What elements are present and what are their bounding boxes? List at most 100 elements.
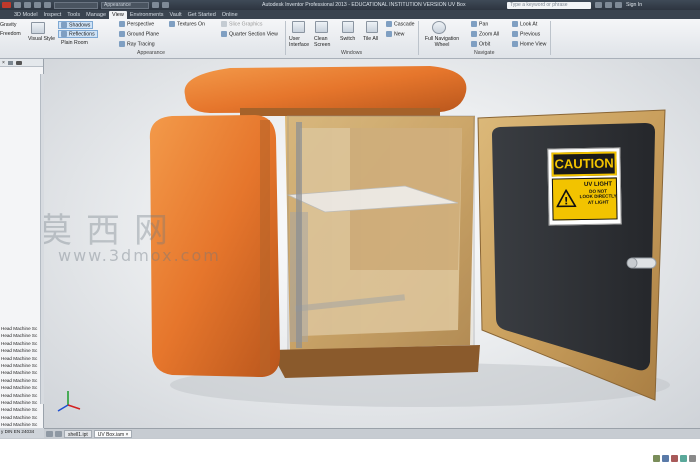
- document-tab-uv-box[interactable]: UV Box.iam ×: [93, 429, 133, 438]
- new-window-label: New: [394, 31, 405, 38]
- switch-icon[interactable]: [342, 21, 354, 33]
- properties-icon[interactable]: [162, 2, 169, 8]
- slice-graphics-button[interactable]: Slice Graphics: [221, 21, 262, 27]
- sign-in-link[interactable]: Sign In: [626, 2, 642, 8]
- caution-body: ! UV LIGHT DO NOT LOOK DIRECTLY AT LIGHT: [551, 177, 618, 221]
- browser-item[interactable]: Head Machine Sc: [0, 384, 44, 391]
- browser-item[interactable]: Head Machine Sc: [0, 355, 44, 362]
- title-bar: Appearance Autodesk Inventor Professiona…: [0, 0, 700, 10]
- material-select[interactable]: [54, 1, 98, 9]
- tile-all-icon[interactable]: [366, 21, 378, 33]
- quarter-section-view-button[interactable]: Quarter Section View: [221, 31, 278, 37]
- axis-z-line: [57, 404, 69, 412]
- cascade-button[interactable]: Cascade: [386, 21, 414, 27]
- pan-button[interactable]: Pan: [471, 21, 488, 27]
- filter-icon[interactable]: [7, 60, 13, 65]
- tab-view[interactable]: View: [109, 11, 127, 19]
- tab-manage[interactable]: Manage: [83, 11, 109, 19]
- browser-item[interactable]: Head Machine Sc: [0, 421, 44, 428]
- browser-item[interactable]: Head Machine Sc: [0, 369, 44, 376]
- binoculars-icon[interactable]: [595, 2, 602, 8]
- tile-all-button[interactable]: Tile All: [363, 36, 378, 42]
- graph-icon[interactable]: [662, 455, 669, 462]
- zoom-all-icon: [471, 31, 477, 37]
- graphics-viewport[interactable]: 莫西网 www.3dmox.com CAUTION ! UV LIGHT DO …: [44, 59, 700, 428]
- hub-icon[interactable]: [680, 455, 687, 462]
- user-interface-icon[interactable]: [292, 21, 305, 33]
- close-icon[interactable]: ×: [2, 60, 5, 66]
- glass-frame-post: [296, 122, 302, 348]
- look-at-button[interactable]: Look At: [512, 21, 537, 27]
- windows-panel-title: Windows: [341, 50, 363, 56]
- settings-icon[interactable]: [689, 455, 696, 462]
- binoculars-icon[interactable]: [15, 60, 22, 65]
- appearance-select[interactable]: Appearance: [101, 1, 149, 9]
- perspective-button[interactable]: Perspective: [119, 21, 154, 27]
- browser-item[interactable]: y DIN EN 24034: [0, 428, 44, 435]
- tab-online[interactable]: Online: [219, 11, 241, 19]
- ray-tracing-button[interactable]: Ray Tracing: [119, 41, 155, 47]
- open-icon[interactable]: [24, 2, 31, 8]
- visual-style-button[interactable]: Visual Style: [28, 36, 55, 42]
- browser-item[interactable]: Head Machine Sc: [0, 325, 44, 332]
- tab-vault[interactable]: Vault: [166, 11, 184, 19]
- share-icon[interactable]: [653, 455, 660, 462]
- panel-divider: [550, 21, 551, 55]
- tile-icon[interactable]: [55, 430, 62, 437]
- model-browser: × Head Machine Sc Head Machine Sc Head Mac…: [0, 59, 44, 457]
- app-menu-icon[interactable]: [2, 2, 11, 8]
- browser-item[interactable]: Head Machine Sc: [0, 362, 44, 369]
- clean-screen-button[interactable]: Clean Screen: [314, 36, 332, 48]
- browser-item[interactable]: Head Machine Sc: [0, 392, 44, 399]
- shadows-button[interactable]: Shadows: [58, 21, 94, 30]
- tab-tools[interactable]: Tools: [64, 11, 83, 19]
- close-tab-icon[interactable]: ×: [126, 432, 129, 438]
- orbit-button[interactable]: Orbit: [471, 41, 490, 47]
- browser-item[interactable]: Head Machine Sc: [0, 347, 44, 354]
- home-view-button[interactable]: Home View: [512, 41, 546, 47]
- slice-graphics-icon: [221, 21, 227, 27]
- scene-select[interactable]: Plain Room: [61, 40, 88, 46]
- textures-on-button[interactable]: Textures On: [169, 21, 205, 27]
- ground-plane-label: Ground Plane: [127, 31, 160, 38]
- reflections-button[interactable]: Reflections: [58, 30, 98, 39]
- navigation-wheel-icon[interactable]: [432, 21, 446, 34]
- visual-style-icon[interactable]: [31, 22, 45, 34]
- tab-list-icon[interactable]: [46, 430, 53, 437]
- warning-triangle-icon: !: [556, 189, 577, 207]
- previous-view-button[interactable]: Previous: [512, 31, 540, 37]
- new-window-button[interactable]: New: [386, 31, 404, 37]
- perspective-icon: [119, 21, 125, 27]
- browser-item[interactable]: Head Machine Sc: [0, 340, 44, 347]
- document-tab-shell[interactable]: shell1.ipt: [64, 429, 92, 438]
- communication-icon[interactable]: [605, 2, 612, 8]
- save-icon[interactable]: [34, 2, 41, 8]
- zoom-all-button[interactable]: Zoom All: [471, 31, 499, 37]
- browser-item[interactable]: Head Machine Sc: [0, 399, 44, 406]
- reflections-label: Reflections: [69, 31, 95, 38]
- clean-screen-icon[interactable]: [315, 21, 328, 33]
- fx-icon[interactable]: [152, 2, 159, 8]
- ribbon-tabs: 3D Model Inspect Tools Manage View Envir…: [0, 10, 700, 19]
- network-icon[interactable]: [671, 455, 678, 462]
- previous-view-label: Previous: [520, 31, 541, 38]
- switch-button[interactable]: Switch: [340, 36, 355, 42]
- tab-3d-model[interactable]: 3D Model: [11, 11, 41, 19]
- door-handle-knob: [626, 257, 638, 269]
- undo-icon[interactable]: [44, 2, 51, 8]
- browser-item[interactable]: Head Machine Sc: [0, 332, 44, 339]
- tab-inspect[interactable]: Inspect: [41, 11, 65, 19]
- tab-get-started[interactable]: Get Started: [185, 11, 219, 19]
- new-icon[interactable]: [14, 2, 21, 8]
- degrees-of-freedom-button[interactable]: Freedom: [0, 31, 21, 37]
- user-interface-button[interactable]: User Interface: [289, 36, 309, 48]
- browser-item[interactable]: Head Machine Sc: [0, 377, 44, 384]
- gravity-button[interactable]: Gravity: [0, 22, 16, 28]
- user-icon[interactable]: [615, 2, 622, 8]
- ground-plane-button[interactable]: Ground Plane: [119, 31, 159, 37]
- tab-environments[interactable]: Environments: [127, 11, 167, 19]
- browser-item[interactable]: Head Machine Sc: [0, 406, 44, 413]
- search-input[interactable]: Type a keyword or phrase: [507, 1, 591, 9]
- full-navigation-wheel-button[interactable]: Full Navigation Wheel: [424, 36, 460, 48]
- browser-item[interactable]: Head Machine Sc: [0, 414, 44, 421]
